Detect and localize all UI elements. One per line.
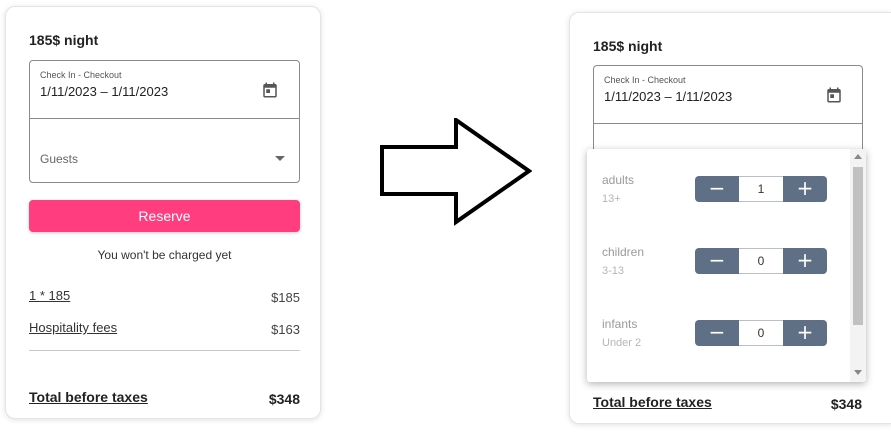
nightly-rate-amount: $185 [271,290,300,305]
guests-select[interactable]: Guests [30,119,299,182]
guests-dropdown: adults 13+ − 1 + children 3-13 − 0 + inf… [587,149,866,382]
date-range-label: Check In - Checkout [604,75,686,85]
scroll-thumb[interactable] [853,167,863,325]
adults-decrement-button[interactable]: − [695,176,739,202]
dropdown-arrow-icon [275,156,285,161]
date-range-field[interactable]: Check In - Checkout 1/11/2023 – 1/11/202… [594,66,862,123]
infants-label: infants [602,317,638,331]
date-range-field[interactable]: Check In - Checkout 1/11/2023 – 1/11/202… [30,61,299,118]
adults-label: adults [602,173,635,187]
total-label[interactable]: Total before taxes [593,394,712,410]
total-amount: $348 [268,391,300,407]
scroll-down-arrow-icon[interactable] [854,370,862,375]
nightly-price: 185$ night [593,38,663,54]
guests-placeholder: Guests [40,152,79,166]
children-count[interactable]: 0 [739,248,783,274]
booking-fields: Check In - Checkout 1/11/2023 – 1/11/202… [29,60,300,183]
booking-card-before: 185$ night Check In - Checkout 1/11/2023… [5,6,321,419]
adults-stepper: − 1 + [695,176,827,202]
children-age-range: 3-13 [602,265,625,277]
totals-divider [29,350,300,351]
hospitality-fees-amount: $163 [271,322,300,337]
infants-decrement-button[interactable]: − [695,320,739,346]
nightly-rate-link[interactable]: 1 * 185 [29,288,70,303]
infants-age-range: Under 2 [602,337,642,349]
adults-increment-button[interactable]: + [783,176,827,202]
calendar-icon[interactable] [825,86,843,104]
children-label: children [602,245,645,259]
hospitality-fees-link[interactable]: Hospitality fees [29,320,117,335]
adults-age-range: 13+ [602,193,621,205]
dropdown-scrollbar[interactable] [850,149,866,382]
no-charge-note: You won't be charged yet [97,248,232,262]
adults-count[interactable]: 1 [739,176,783,202]
children-stepper: − 0 + [695,248,827,274]
reserve-button[interactable]: Reserve [29,200,300,232]
children-increment-button[interactable]: + [783,248,827,274]
date-range-value: 1/11/2023 – 1/11/2023 [40,84,169,99]
infants-increment-button[interactable]: + [783,320,827,346]
field-divider [594,123,862,124]
infants-stepper: − 0 + [695,320,827,346]
scroll-up-arrow-icon[interactable] [854,154,862,159]
transition-arrow-icon [380,118,532,226]
infants-count[interactable]: 0 [739,320,783,346]
nightly-price: 185$ night [29,32,99,48]
total-amount: $348 [830,396,862,412]
total-label[interactable]: Total before taxes [29,389,148,405]
date-range-label: Check In - Checkout [40,70,122,80]
date-range-value: 1/11/2023 – 1/11/2023 [604,89,733,104]
children-decrement-button[interactable]: − [695,248,739,274]
calendar-icon[interactable] [261,81,279,99]
